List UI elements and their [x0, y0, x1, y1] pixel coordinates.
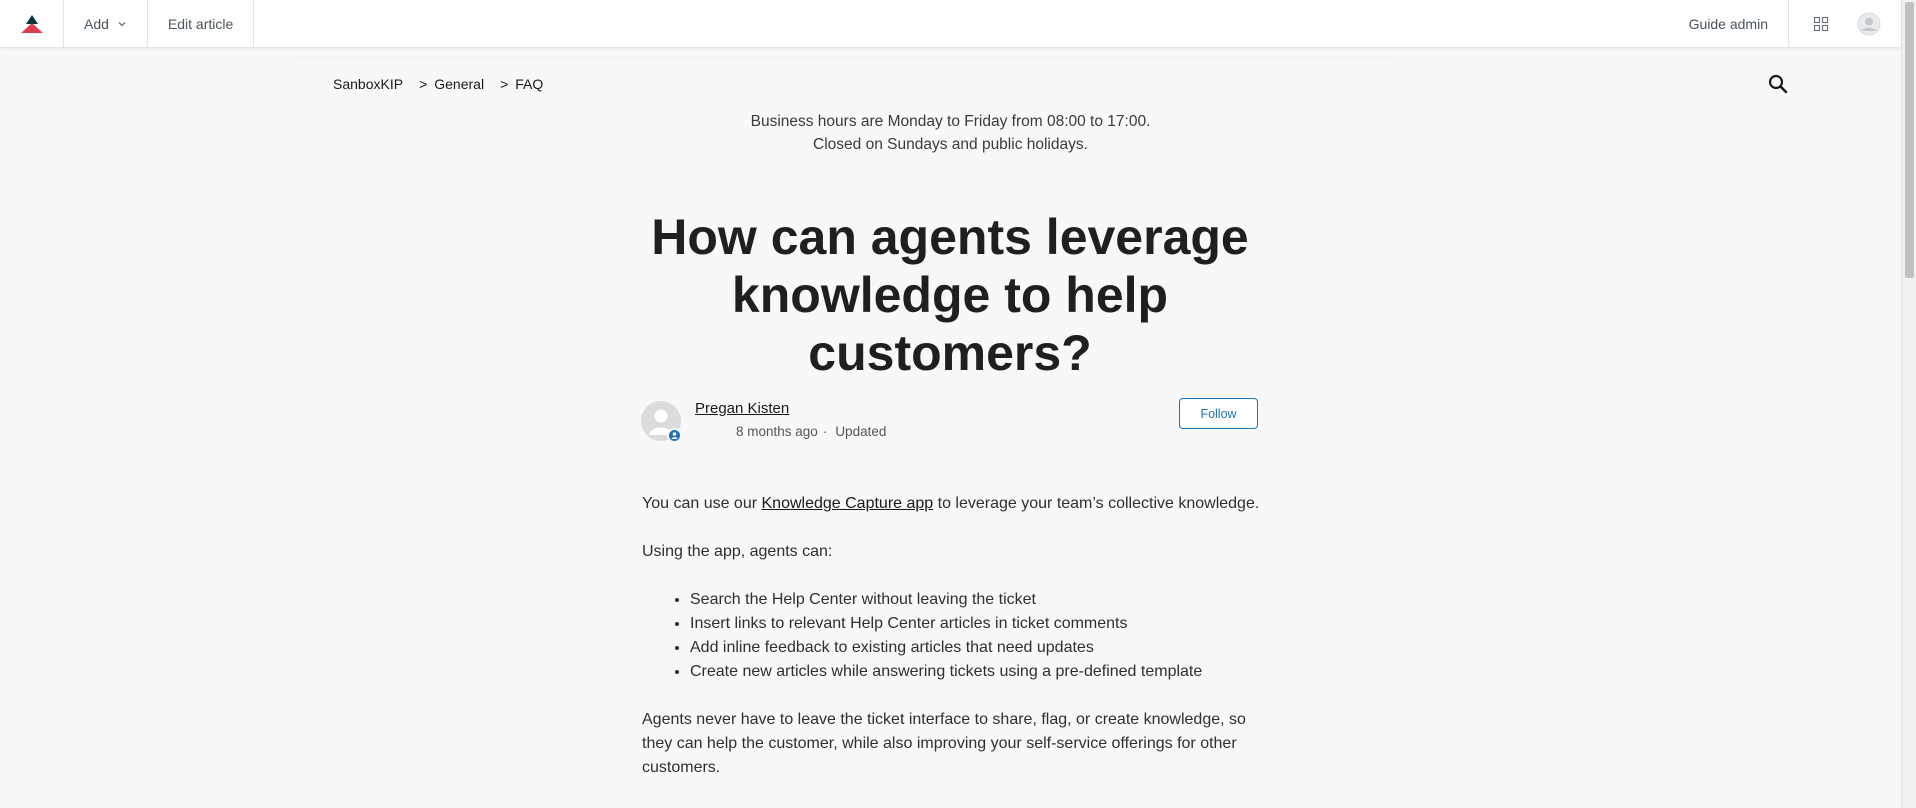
edit-article-button[interactable]: Edit article — [148, 0, 255, 47]
breadcrumb: SanboxKIP > General > FAQ — [333, 76, 543, 92]
article-time-ago: 8 months ago — [736, 424, 818, 439]
article-paragraph: You can use our Knowledge Capture app to… — [642, 492, 1262, 516]
business-hours-notice: Business hours are Monday to Friday from… — [0, 110, 1901, 156]
article-title: How can agents leverage knowledge to hel… — [651, 209, 1249, 381]
knowledge-capture-app-link[interactable]: Knowledge Capture app — [762, 495, 934, 512]
article-body: You can use our Knowledge Capture app to… — [642, 492, 1262, 804]
scrollbar-thumb[interactable] — [1905, 2, 1914, 278]
guide-admin-link[interactable]: Guide admin — [1669, 0, 1788, 47]
chevron-down-icon — [117, 19, 127, 29]
list-item: Insert links to relevant Help Center art… — [690, 612, 1262, 636]
breadcrumb-separator: > — [419, 76, 428, 92]
paragraph-text: You can use our — [642, 495, 762, 512]
add-label: Add — [84, 15, 109, 32]
breadcrumb-item-section[interactable]: FAQ — [515, 76, 543, 92]
article-paragraph: Using the app, agents can: — [642, 543, 833, 560]
edit-article-label: Edit article — [167, 15, 234, 32]
zendesk-logo-icon[interactable] — [0, 0, 64, 47]
author-name-link[interactable]: Pregan Kisten — [695, 400, 789, 417]
agent-badge-icon — [667, 428, 682, 443]
product-tray-icon[interactable] — [1797, 0, 1845, 47]
list-item: Add inline feedback to existing articles… — [690, 636, 1262, 660]
business-hours-line: Business hours are Monday to Friday from… — [750, 113, 1151, 130]
list-item: Create new articles while answering tick… — [690, 660, 1262, 684]
page-scrollbar[interactable] — [1901, 0, 1916, 808]
guide-admin-label: Guide admin — [1688, 15, 1768, 32]
follow-button[interactable]: Follow — [1179, 398, 1258, 429]
admin-topbar: Add Edit article Guide admin — [0, 0, 1901, 48]
page-header-band — [296, 56, 1390, 60]
user-avatar-icon[interactable] — [1845, 0, 1893, 47]
breadcrumb-item-category[interactable]: General — [434, 76, 484, 92]
feature-list: Search the Help Center without leaving t… — [642, 588, 1262, 684]
meta-separator: · — [822, 424, 828, 439]
search-icon[interactable] — [1766, 72, 1790, 96]
article-meta: 8 months ago · Updated — [736, 424, 886, 439]
list-item: Search the Help Center without leaving t… — [690, 588, 1262, 612]
breadcrumb-item-home[interactable]: SanboxKIP — [333, 76, 403, 92]
article-author: Pregan Kisten 8 months ago · Updated Fol… — [641, 398, 1258, 448]
breadcrumb-separator: > — [500, 76, 509, 92]
article-paragraph: Agents never have to leave the ticket in… — [642, 711, 1246, 776]
paragraph-text: to leverage your team’s collective knowl… — [933, 495, 1260, 512]
article-updated-label: Updated — [835, 424, 887, 439]
topbar-divider — [1788, 0, 1789, 47]
closed-days-line: Closed on Sundays and public holidays. — [813, 136, 1088, 153]
add-menu-button[interactable]: Add — [64, 0, 148, 47]
